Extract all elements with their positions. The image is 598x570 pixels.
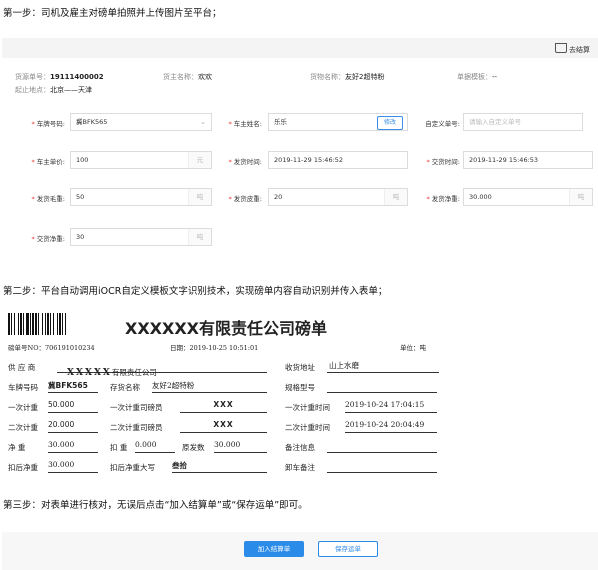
w1-value: 50.000 [48,400,98,413]
tare-input[interactable]: 20 吨 [268,188,408,206]
w2-op-label: 二次计重司磅员 [110,423,163,432]
meta-route: 起止地点：北京——天津 [15,86,92,94]
driver-field[interactable]: 乐乐 修改 [268,113,408,131]
net-label: * 发货净重: [426,195,460,203]
supplier-label: 供 应 商 [8,363,36,372]
w1-label: 一次计重 [8,403,38,412]
plate-label: * 车牌号码: [31,120,65,128]
tare-label: * 发货皮重: [228,195,262,203]
gross-input[interactable]: 50 吨 [70,188,212,206]
ticket-no: 磅单号NO：706191010234 [8,344,95,352]
spec-value [327,380,437,393]
w1-op-value: XXX [180,400,267,413]
remark-value [327,440,437,453]
gross-label: * 发货毛重: [31,195,65,203]
add-settlement-button[interactable]: 加入结算单 [244,541,304,557]
ship-time-label: * 发货时间: [228,158,262,166]
plate-select[interactable]: 冀BFK565 ⌄ [70,113,212,131]
unload-value [327,460,437,473]
orig-value: 30.000 [214,440,267,453]
driver-label: * 车主姓名: [228,120,262,128]
deduct-upper-value: 叁拾 [172,460,267,473]
panel-header [2,38,598,58]
meta-owner: 货主名称：欢欢 [163,73,212,81]
w2-time-label: 二次计重时间 [285,423,330,432]
deduct-label: 扣 重 [110,443,128,452]
w1-time-value: 2019-10-24 17:04:15 [345,400,437,413]
ticket-net-label: 净 重 [8,443,26,452]
deliver-net-input[interactable]: 30 吨 [70,228,212,246]
deduct-value: 0.000 [135,440,175,453]
cart-icon [555,43,567,53]
step3-text: 第三步：对表单进行核对，无误后点击“加入结算单”或“保存运单”即可。 [3,500,308,511]
ticket-goods-label: 存货名称 [110,383,140,392]
w1-time-label: 一次计重时间 [285,403,330,412]
deduct-net-value: 30.000 [48,460,98,473]
receiver-label: 收货地址 [285,363,315,372]
orig-label: 原发数 [182,443,205,452]
net-input[interactable]: 30.000 吨 [463,188,593,206]
ticket-title: XXXXXX有限责任公司磅单 [125,319,328,338]
step1-text: 第一步：司机及雇主对磅单拍照并上传图片至平台； [3,8,222,19]
deduct-net-label: 扣后净重 [8,463,38,472]
go-settlement-link[interactable]: 去结算 [555,43,590,55]
ship-time-input[interactable]: 2019-11-29 15:46:52 [268,151,408,169]
receiver-value: 山上水磨 [327,360,439,373]
w2-time-value: 2019-10-24 20:04:49 [345,420,437,433]
custom-no-label: 自定义单号: [425,120,460,128]
price-input[interactable]: 100 元 [70,151,212,169]
deliver-net-label: * 交货净重: [31,235,65,243]
meta-source-no: 货源单号：19111400002 [15,73,104,81]
w2-label: 二次计重 [8,423,38,432]
unload-label: 卸车备注 [285,463,315,472]
w2-value: 20.000 [48,420,98,433]
ticket-plate-label: 车牌号码 [8,383,38,392]
custom-no-input[interactable]: 请输入自定义单号 [463,113,583,131]
spec-label: 规格型号 [285,383,315,392]
cart-label: 去结算 [569,46,590,54]
w2-op-value: XXX [180,420,267,433]
ticket-date: 日期：2019-10-25 10:51:01 [170,344,259,352]
ticket-plate-value: 冀BFK565 [48,380,98,393]
save-waybill-button[interactable]: 保存运单 [318,541,378,557]
remark-label: 备注信息 [285,443,315,452]
supplier-value: XXXXX有限责任公司 [57,360,267,378]
ticket-unit: 单位：吨 [400,344,426,352]
deliver-time-input[interactable]: 2019-11-29 15:46:53 [463,151,593,169]
deduct-upper-label: 扣后净重大写 [110,463,155,472]
ticket-net-value: 30.000 [48,440,98,453]
ticket-goods-value: 友好2超特粉 [152,380,267,393]
price-label: * 车主单价: [31,158,65,166]
barcode-image [8,313,98,335]
step2-text: 第二步：平台自动调用iOCR自定义模板文字识别技术，实现磅单内容自动识别并传入表… [3,286,388,297]
meta-template: 单据模板：-- [457,73,498,81]
w1-op-label: 一次计重司磅员 [110,403,163,412]
meta-goods: 货物名称：友好2超特粉 [310,73,385,81]
deliver-time-label: * 交货时间: [426,158,460,166]
